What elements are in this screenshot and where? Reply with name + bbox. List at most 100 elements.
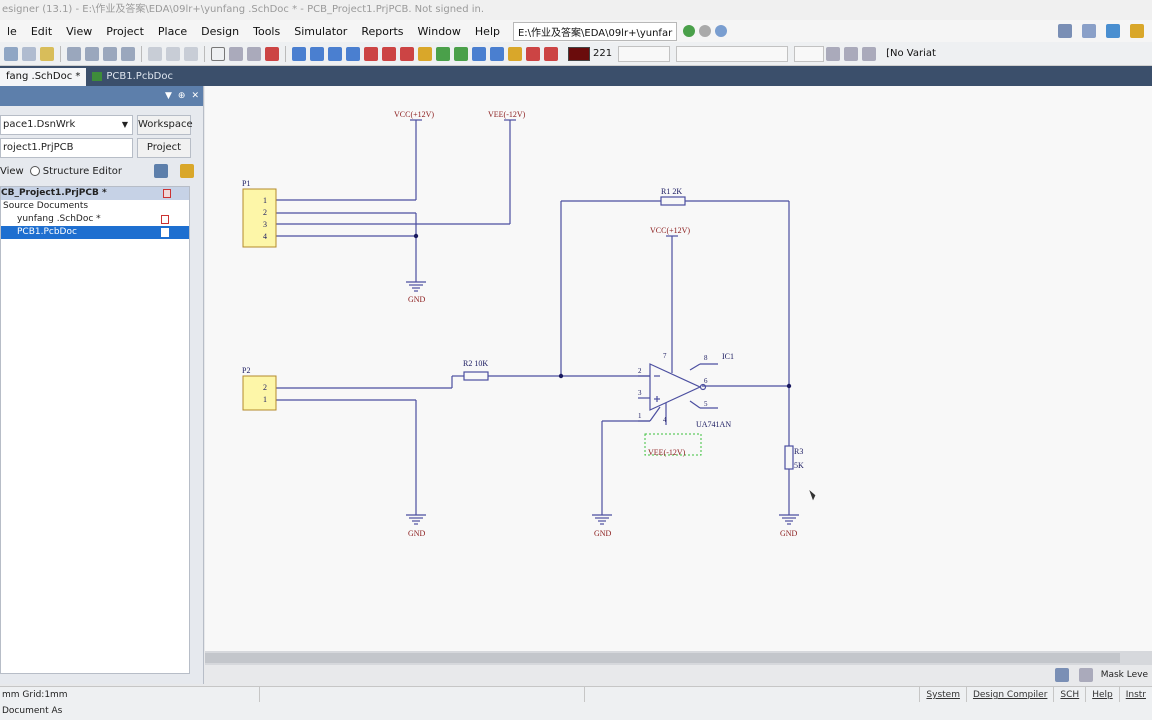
menu-window[interactable]: Window (411, 25, 468, 38)
paste-icon[interactable] (184, 46, 198, 61)
gnd-symbol[interactable] (592, 514, 612, 525)
open-icon[interactable] (4, 46, 18, 61)
menu-design[interactable]: Design (194, 25, 246, 38)
power-port-icon[interactable] (1106, 24, 1120, 38)
gnd-label: GND (408, 529, 426, 538)
align-icon[interactable] (826, 46, 841, 61)
move-icon[interactable] (229, 46, 243, 61)
connector-p1[interactable] (242, 188, 277, 248)
panel-sch-button[interactable]: SCH (1053, 687, 1085, 702)
place-vcc-icon[interactable] (382, 46, 396, 61)
cross-probe-icon[interactable] (121, 46, 135, 61)
place-part-icon[interactable] (400, 46, 414, 61)
structure-editor-label[interactable]: Structure Editor (43, 166, 122, 177)
resistor-r1[interactable] (660, 196, 686, 206)
place-bus-icon[interactable] (310, 46, 324, 61)
view-label[interactable]: View (0, 166, 24, 177)
menu-file[interactable]: le (0, 25, 24, 38)
menu-view[interactable]: View (59, 25, 99, 38)
workspace-button[interactable]: Workspace (137, 115, 193, 135)
place-gnd-icon[interactable] (364, 46, 378, 61)
project-options-icon[interactable] (154, 164, 169, 178)
resistor-r3[interactable] (784, 445, 794, 470)
workspace-dropdown[interactable]: pace1.DsnWrk ▼ (0, 115, 133, 135)
zoom-fit-icon[interactable] (85, 46, 99, 61)
bus-tool-icon[interactable] (1082, 24, 1096, 38)
tree-doc-pcb[interactable]: PCB1.PcbDoc (1, 226, 189, 239)
close-icon[interactable]: ✕ (191, 91, 199, 101)
go-forward-icon[interactable] (683, 25, 696, 37)
place-sheet-entry-icon[interactable] (436, 46, 450, 61)
panel-system-button[interactable]: System (919, 687, 966, 702)
add-document-icon[interactable] (180, 164, 195, 178)
gnd-label: GND (594, 529, 612, 538)
font-size-combo[interactable] (618, 45, 671, 62)
panel-design-compiler-button[interactable]: Design Compiler (965, 687, 1053, 702)
clear-filter-icon[interactable] (265, 46, 279, 61)
home-icon[interactable] (715, 25, 728, 37)
color-swatch[interactable] (568, 46, 590, 61)
menu-project[interactable]: Project (99, 25, 151, 38)
place-port-icon[interactable] (454, 46, 468, 61)
menu-help[interactable]: Help (468, 25, 507, 38)
place-device-sheet-icon[interactable] (472, 46, 486, 61)
distribute-icon[interactable] (844, 46, 859, 61)
grid-icon[interactable] (862, 46, 877, 61)
place-sheet-icon[interactable] (418, 46, 432, 61)
filter-icon[interactable] (1078, 668, 1093, 682)
wiring-tool-icon[interactable] (1058, 24, 1072, 38)
print-icon[interactable] (22, 46, 36, 61)
gnd-symbol[interactable] (779, 514, 799, 525)
menu-edit[interactable]: Edit (24, 25, 59, 38)
panel-help-button[interactable]: Help (1085, 687, 1119, 702)
copy-icon[interactable] (166, 46, 180, 61)
connector-p2[interactable] (242, 375, 277, 411)
schematic-canvas[interactable]: VCC(+12V) VEE(-12V) VCC(+12V) VEE(-12V) … (205, 86, 1152, 651)
select-rect-icon[interactable] (211, 46, 225, 61)
tab-pcbdoc[interactable]: PCB1.PcbDoc (86, 68, 179, 86)
compile-mask-icon[interactable] (544, 46, 558, 61)
scrollbar-thumb[interactable] (205, 653, 1120, 663)
schematic-doc-icon (161, 215, 169, 224)
font-combo[interactable] (676, 45, 789, 62)
document-path-dropdown[interactable]: E:\作业及答案\EDA\09lr+\yunfar (512, 21, 678, 41)
menu-tools[interactable]: Tools (246, 25, 287, 38)
zoom-select-icon[interactable] (103, 46, 117, 61)
mask-level-button[interactable]: Mask Leve (1101, 670, 1148, 680)
gnd-symbol[interactable] (406, 514, 426, 525)
resistor-r2[interactable] (463, 371, 489, 381)
pin-icon[interactable]: ⊕ (178, 91, 186, 101)
probe-icon[interactable] (1130, 24, 1144, 38)
place-directive-icon[interactable] (508, 46, 522, 61)
p1-pin: 3 (263, 220, 267, 229)
project-button[interactable]: Project (137, 138, 191, 158)
tab-schdoc[interactable]: fang .SchDoc * (0, 68, 87, 86)
zoom-icon[interactable] (67, 46, 81, 61)
folder-icon[interactable] (40, 46, 54, 61)
size-combo[interactable] (794, 45, 825, 62)
menu-place[interactable]: Place (151, 25, 194, 38)
go-back-icon[interactable] (699, 25, 712, 37)
variant-dropdown[interactable]: [No Variat (886, 48, 936, 59)
panel-menu-icon[interactable]: ▼ (165, 91, 172, 101)
no-erc-icon[interactable] (526, 46, 540, 61)
place-wire-icon[interactable] (292, 46, 306, 61)
tree-doc-schematic[interactable]: yunfang .SchDoc * (1, 213, 189, 226)
menu-simulator[interactable]: Simulator (287, 25, 354, 38)
place-net-label-icon[interactable] (346, 46, 360, 61)
panel-instruments-button[interactable]: Instr (1118, 687, 1152, 702)
horizontal-scrollbar[interactable] (205, 651, 1152, 665)
place-harness-icon[interactable] (490, 46, 504, 61)
tree-folder[interactable]: Source Documents (1, 200, 189, 213)
gnd-symbol[interactable] (406, 281, 426, 292)
tree-project[interactable]: CB_Project1.PrjPCB * (1, 187, 189, 200)
cut-icon[interactable] (148, 46, 162, 61)
menu-bar: le Edit View Project Place Design Tools … (0, 20, 1152, 42)
structure-editor-radio[interactable] (29, 166, 40, 176)
menu-reports[interactable]: Reports (354, 25, 410, 38)
clear-icon[interactable] (1054, 668, 1069, 682)
place-bus-entry-icon[interactable] (328, 46, 342, 61)
color-value[interactable]: 221 (593, 48, 612, 59)
project-field[interactable]: roject1.PrjPCB (0, 138, 133, 158)
deselect-icon[interactable] (247, 46, 261, 61)
